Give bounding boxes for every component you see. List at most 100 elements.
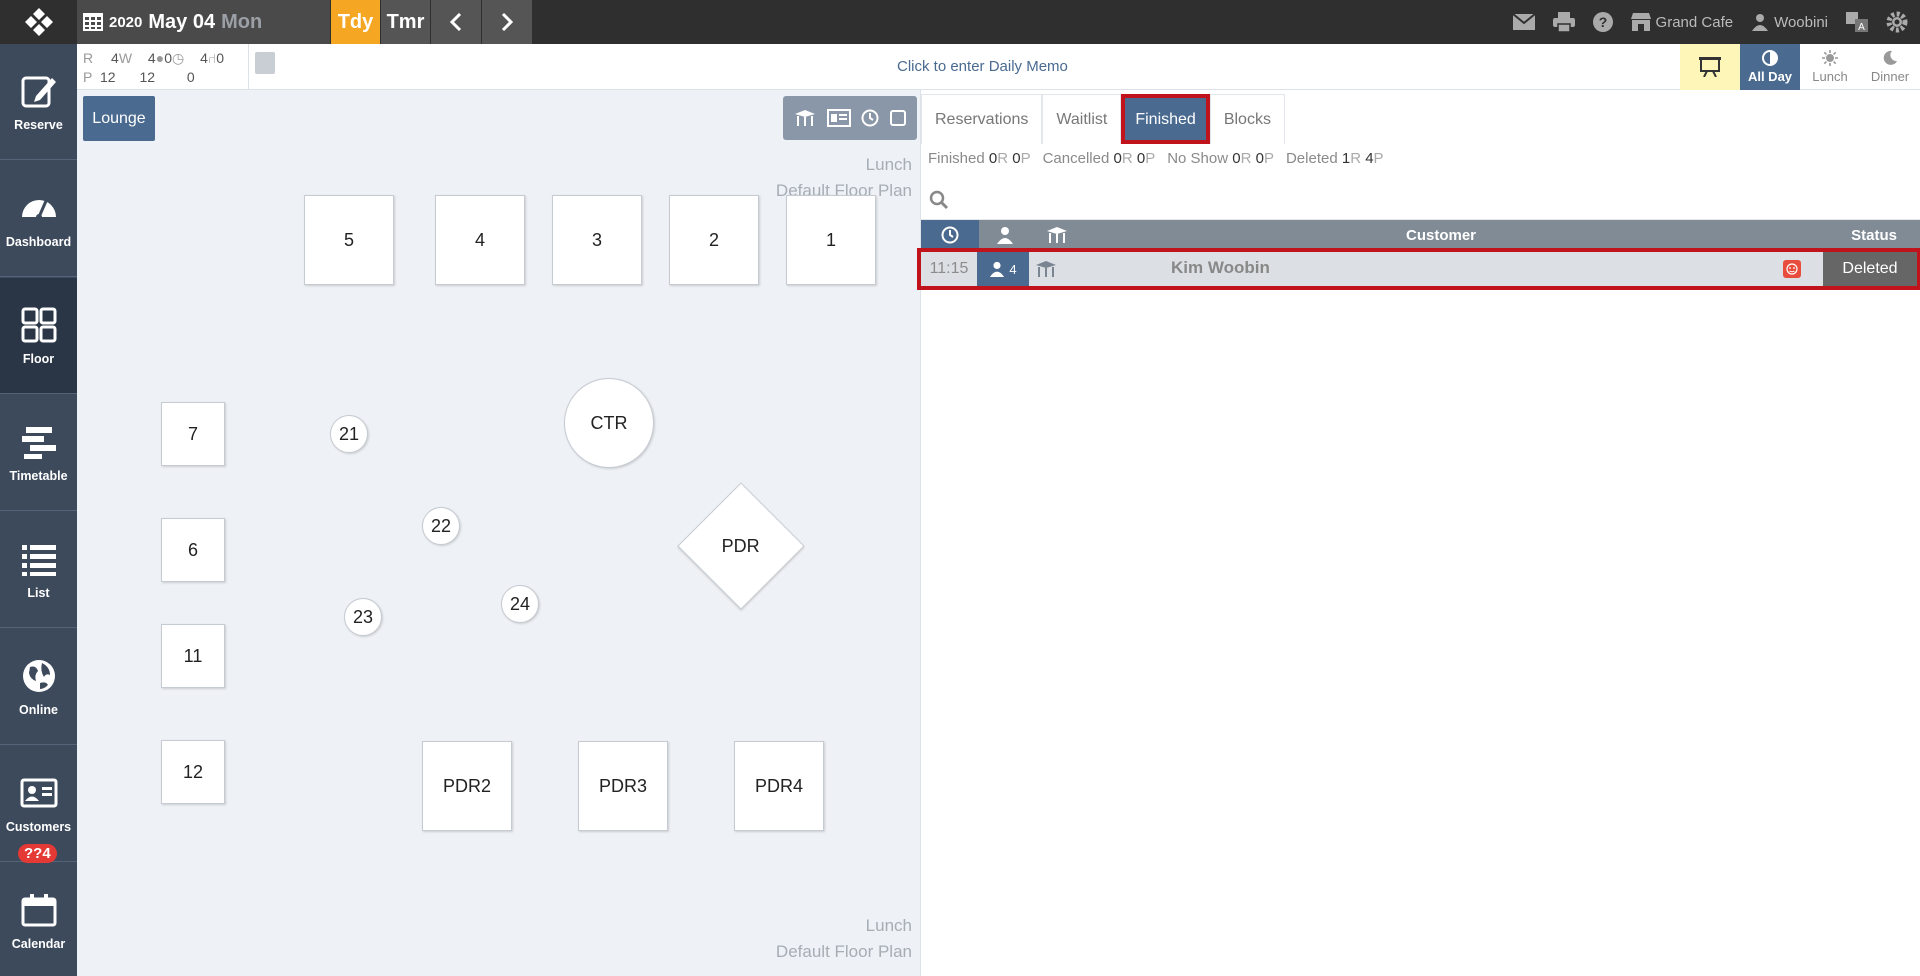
stat-value: 1 — [1341, 150, 1351, 167]
reservation-panel: Reservations Waitlist Finished Blocks Fi… — [917, 90, 1920, 976]
calendar-badge: ??4 — [18, 844, 57, 863]
translate-icon: A — [1846, 12, 1868, 32]
table-24[interactable]: 24 — [501, 585, 539, 623]
restaurant-selector[interactable]: Grand Cafe — [1630, 13, 1733, 31]
table-pdr3[interactable]: PDR3 — [578, 741, 668, 831]
sidebar-item-list[interactable]: List — [0, 512, 77, 628]
user-menu[interactable]: Woobini — [1751, 13, 1828, 31]
grid-icon — [21, 307, 56, 342]
daily-memo[interactable]: Click to enter Daily Memo — [897, 58, 1068, 75]
table-21[interactable]: 21 — [330, 415, 368, 453]
stat-unit: R — [1240, 150, 1252, 167]
calendar-icon — [21, 893, 56, 926]
sort-by-table[interactable] — [1031, 220, 1083, 250]
table-11[interactable]: 11 — [161, 624, 225, 688]
sidebar-item-calendar[interactable]: Calendar — [0, 863, 77, 976]
stat-value: 0 — [1255, 150, 1264, 167]
table-ctr[interactable]: CTR — [564, 378, 654, 468]
table-1[interactable]: 1 — [786, 195, 876, 285]
sidebar-item-label: Timetable — [9, 468, 68, 483]
mail-button[interactable] — [1512, 14, 1535, 30]
chevron-right-icon — [501, 13, 514, 31]
square-view-icon[interactable] — [889, 110, 906, 126]
stat-unit: R — [1350, 150, 1362, 167]
clock-view-icon[interactable] — [861, 109, 879, 127]
daily-counts: R 4W 4●0◷ 4⑁0 P 12 12 0 12 0 — [77, 44, 249, 104]
globe-icon — [22, 659, 55, 692]
stat-unit: P — [1373, 150, 1384, 167]
stat-unit: P — [1145, 150, 1156, 167]
tab-finished[interactable]: Finished — [1121, 94, 1210, 144]
tomorrow-button[interactable]: Tmr — [381, 0, 430, 44]
shift-lunch[interactable]: Lunch — [1800, 44, 1860, 90]
sidebar-item-online[interactable]: Online — [0, 629, 77, 745]
sub-header: R 4W 4●0◷ 4⑁0 P 12 12 0 12 0 Click to en… — [77, 44, 1920, 104]
table-2[interactable]: 2 — [669, 195, 759, 285]
calendar-grid-icon — [83, 13, 103, 31]
help-button[interactable]: ? — [1592, 12, 1613, 32]
table-row[interactable]: 11:15 4 Kim Woobin Deleted — [917, 248, 1920, 290]
stat-label: Cancelled — [1042, 150, 1110, 167]
next-day-button[interactable] — [482, 0, 532, 44]
table-6[interactable]: 6 — [161, 518, 225, 582]
edit-icon — [21, 76, 56, 107]
person-icon — [990, 261, 1005, 277]
shift-dinner[interactable]: Dinner — [1860, 44, 1920, 90]
settings-button[interactable] — [1886, 11, 1908, 33]
column-customer[interactable]: Customer — [1406, 227, 1476, 244]
people-count-label: P — [83, 69, 93, 85]
shift-all-day[interactable]: All Day — [1740, 44, 1800, 90]
floor-plan-name: Default Floor Plan — [775, 942, 912, 961]
tab-blocks[interactable]: Blocks — [1209, 94, 1285, 144]
tab-waitlist[interactable]: Waitlist — [1042, 94, 1122, 144]
sidebar-item-dashboard[interactable]: Dashboard — [0, 161, 77, 277]
app-logo[interactable] — [0, 0, 77, 44]
date-month-day: May 04 — [148, 10, 216, 33]
sidebar-item-timetable[interactable]: Timetable — [0, 395, 77, 511]
table-7[interactable]: 7 — [161, 402, 225, 466]
table-pdr4[interactable]: PDR4 — [734, 741, 824, 831]
table-12[interactable]: 12 — [161, 740, 225, 804]
list-icon — [21, 544, 56, 576]
reservation-count-label: R — [83, 50, 94, 66]
table-pdr[interactable]: PDR — [677, 482, 805, 610]
sort-by-time[interactable] — [921, 220, 979, 250]
table-4[interactable]: 4 — [435, 195, 525, 285]
print-button[interactable] — [1552, 12, 1575, 32]
card-view-icon[interactable] — [826, 109, 851, 127]
table-5[interactable]: 5 — [304, 195, 394, 285]
column-status[interactable]: Status — [1851, 227, 1897, 244]
stat-value: 0 — [1012, 150, 1021, 167]
presentation-button[interactable] — [1680, 44, 1740, 90]
sidebar-item-reserve[interactable]: Reserve — [0, 44, 77, 160]
sidebar-item-floor[interactable]: Floor — [0, 278, 77, 394]
language-button[interactable]: A — [1846, 12, 1868, 32]
area-tab-lounge[interactable]: Lounge — [83, 96, 155, 141]
table-23[interactable]: 23 — [344, 598, 382, 636]
shift-label: Dinner — [1870, 69, 1910, 84]
table-3[interactable]: 3 — [552, 195, 642, 285]
table-pdr2[interactable]: PDR2 — [422, 741, 512, 831]
search-bar[interactable] — [921, 180, 1920, 220]
sidebar-item-label: Calendar — [11, 936, 66, 951]
stat-value: 4 — [1365, 150, 1374, 167]
waitlist-count: 4 — [147, 50, 156, 66]
table-22[interactable]: 22 — [422, 507, 460, 545]
memo-icon[interactable] — [255, 52, 275, 74]
table-view-icon[interactable] — [794, 109, 816, 127]
date-picker[interactable]: 2020 May 04 Mon — [77, 0, 330, 44]
shift-label: Lunch — [1812, 69, 1848, 84]
mail-icon — [1512, 14, 1535, 30]
user-name: Woobini — [1774, 13, 1828, 31]
sidebar-item-label: List — [27, 585, 50, 600]
stat-value: 0 — [1232, 150, 1241, 167]
shift-label: All Day — [1747, 69, 1793, 84]
today-button[interactable]: Tdy — [331, 0, 380, 44]
row-status[interactable]: Deleted — [1823, 252, 1917, 286]
tab-reservations[interactable]: Reservations — [921, 94, 1043, 144]
people-count-online: 0 — [186, 69, 195, 85]
sidebar-item-label: Online — [19, 702, 58, 717]
previous-day-button[interactable] — [431, 0, 481, 44]
sort-by-party[interactable] — [979, 220, 1031, 250]
finished-count: 0 — [216, 50, 225, 66]
